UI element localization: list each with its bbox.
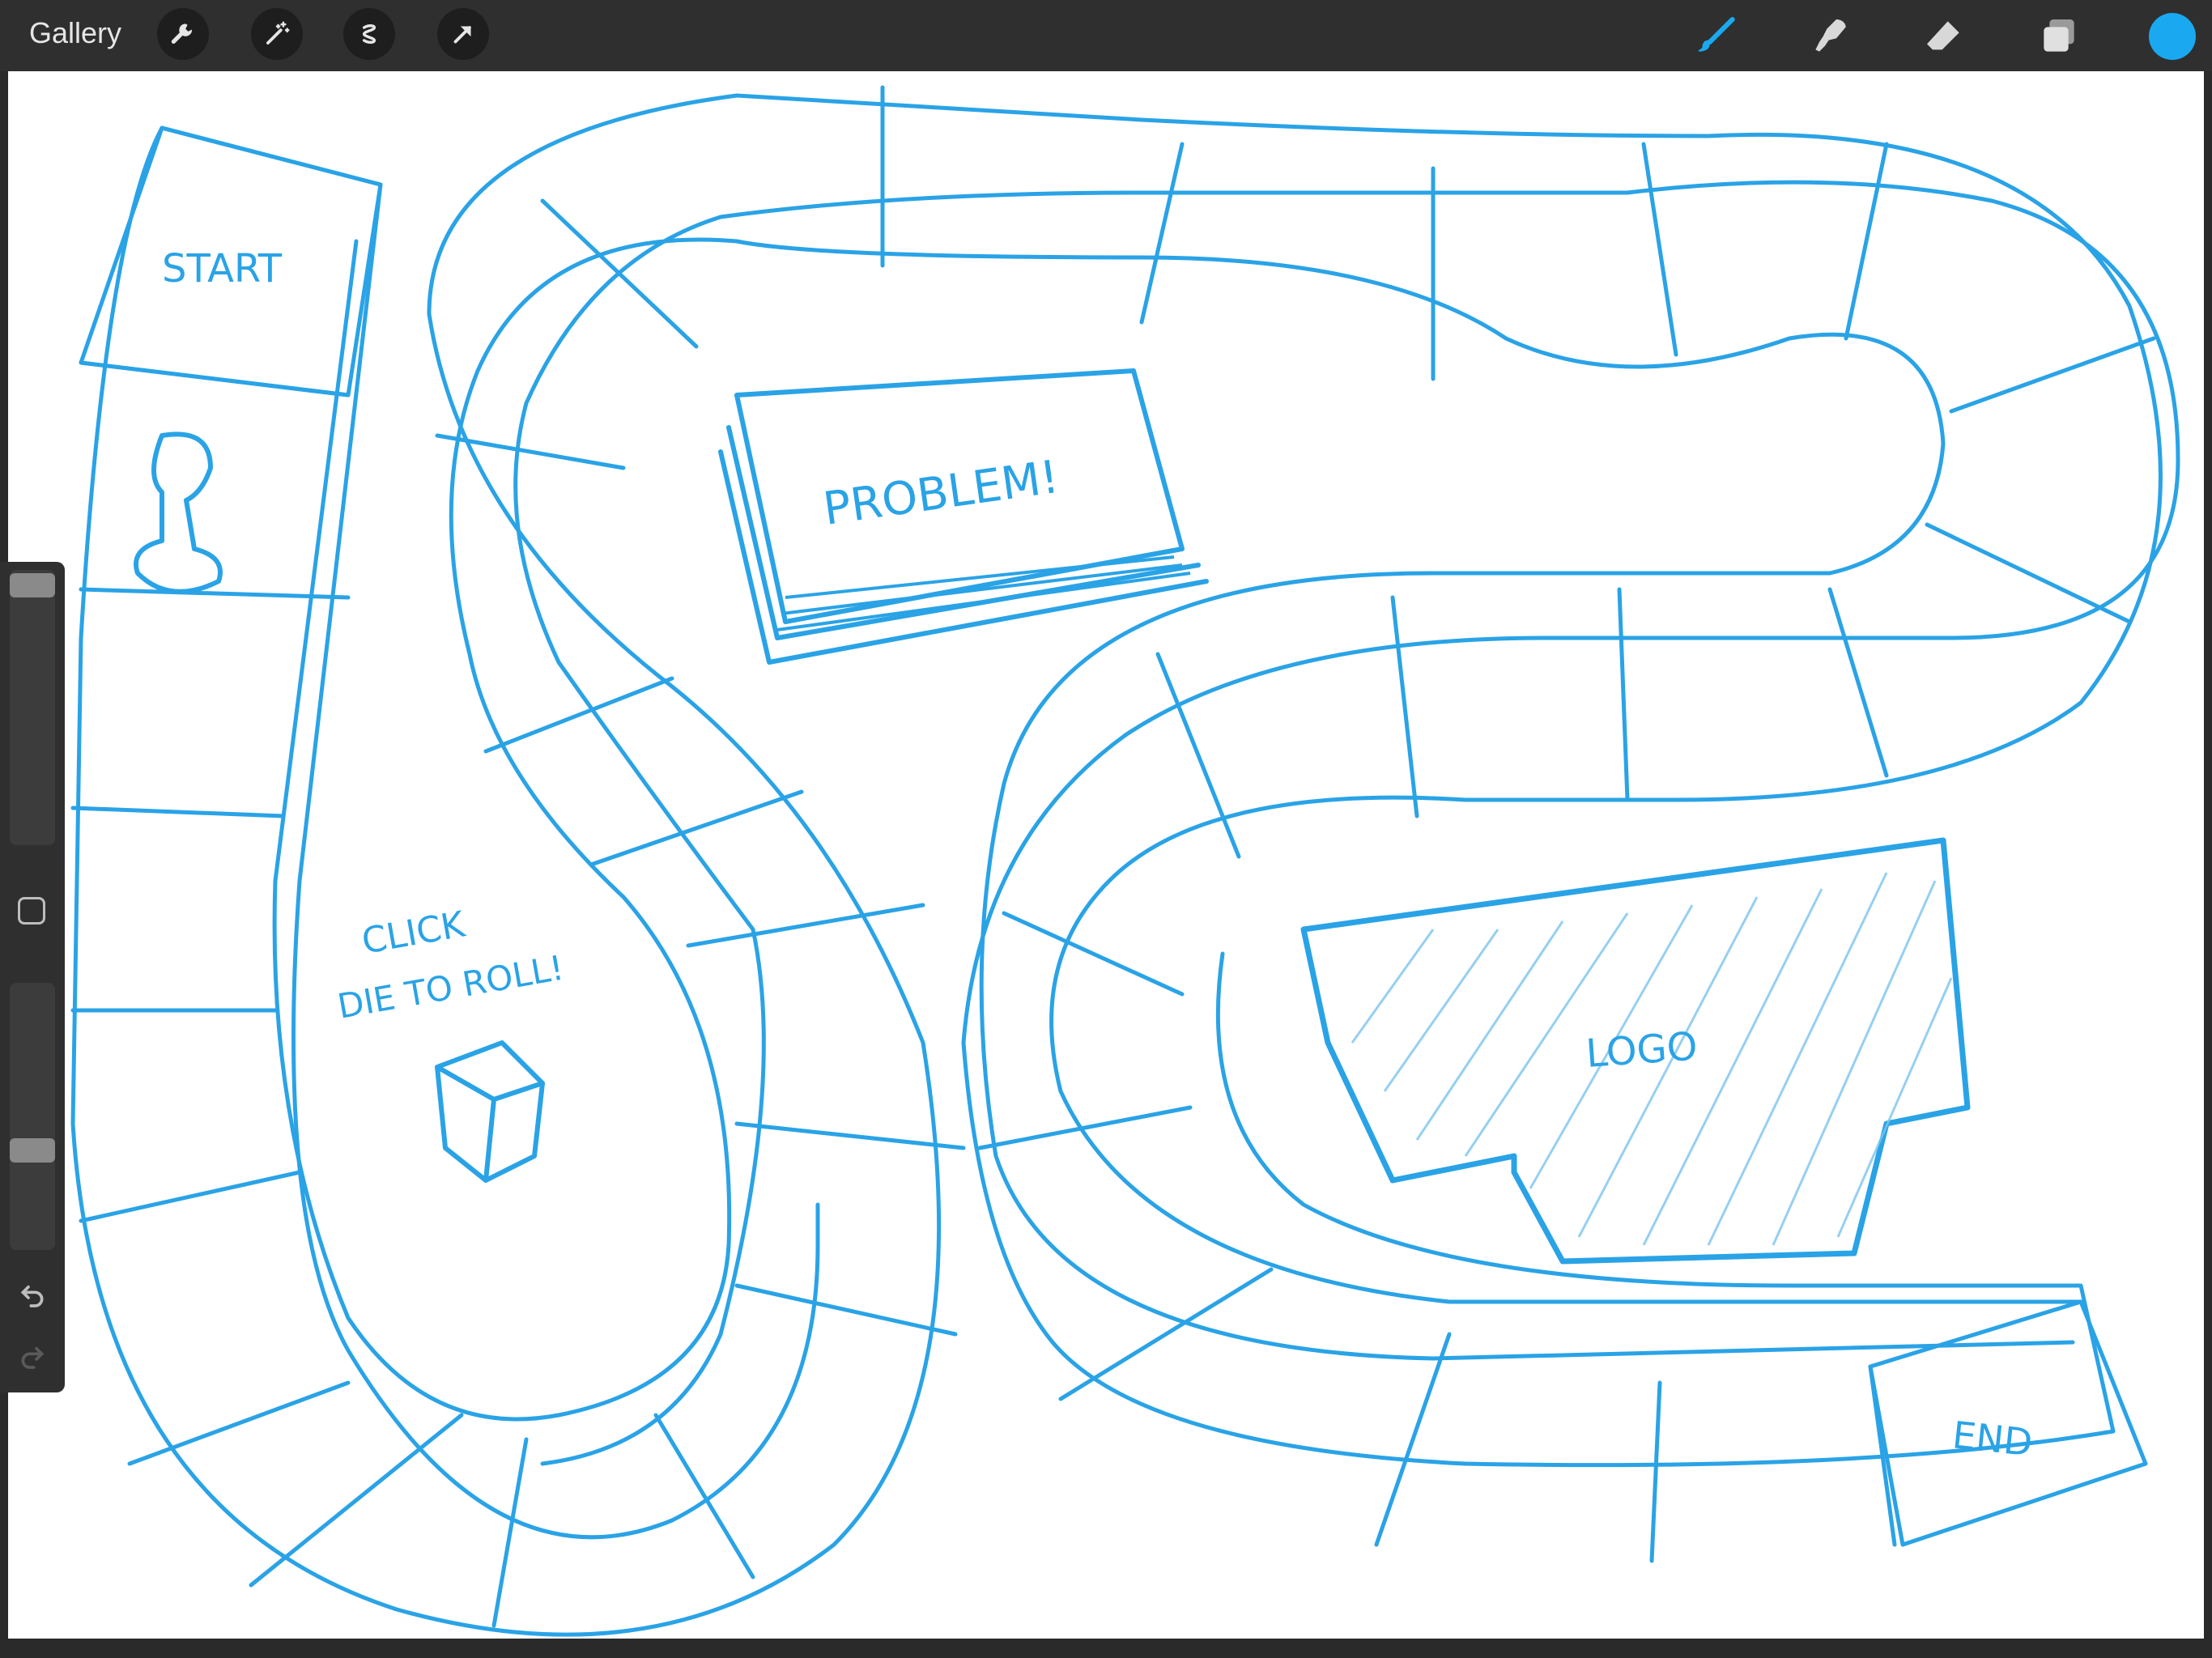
end-label: END [1950, 1413, 2035, 1465]
magic-wand-icon[interactable] [251, 8, 303, 60]
drawing-canvas[interactable]: START PROBLEM! CLICK DIE TO ROLL! LOGO E… [8, 71, 2204, 1639]
click-label: CLICK [359, 903, 469, 963]
board-game-sketch: START PROBLEM! CLICK DIE TO ROLL! LOGO E… [70, 85, 2180, 1637]
brush-icon[interactable] [1689, 8, 1746, 65]
board-path-outline [513, 180, 2180, 1468]
redo-icon[interactable] [16, 1339, 49, 1371]
opacity-thumb[interactable] [10, 1138, 55, 1163]
board-path-outline [160, 125, 820, 1540]
undo-icon[interactable] [16, 1278, 49, 1310]
selection-icon[interactable] [343, 8, 395, 60]
brush-size-slider[interactable] [10, 570, 55, 845]
start-label: START [162, 246, 283, 291]
top-toolbar: Gallery [0, 0, 2212, 71]
problem-label: PROBLEM! [820, 451, 1062, 536]
layers-icon[interactable] [2031, 8, 2087, 65]
eraser-icon[interactable] [1916, 8, 1972, 65]
opacity-slider[interactable] [10, 983, 55, 1250]
logo-label: LOGO [1585, 1023, 1699, 1076]
color-picker-button[interactable] [2149, 13, 2196, 60]
smudge-icon[interactable] [1802, 8, 1859, 65]
gallery-button[interactable]: Gallery [29, 16, 121, 50]
modify-button[interactable] [18, 897, 45, 925]
wrench-icon[interactable] [157, 8, 209, 60]
left-sidebar [0, 562, 65, 1392]
transform-arrow-icon[interactable] [437, 8, 489, 60]
die-cube [435, 1040, 545, 1183]
brush-size-thumb[interactable] [10, 573, 55, 597]
board-path-outline [272, 237, 2075, 1422]
pawn-piece [134, 432, 223, 594]
